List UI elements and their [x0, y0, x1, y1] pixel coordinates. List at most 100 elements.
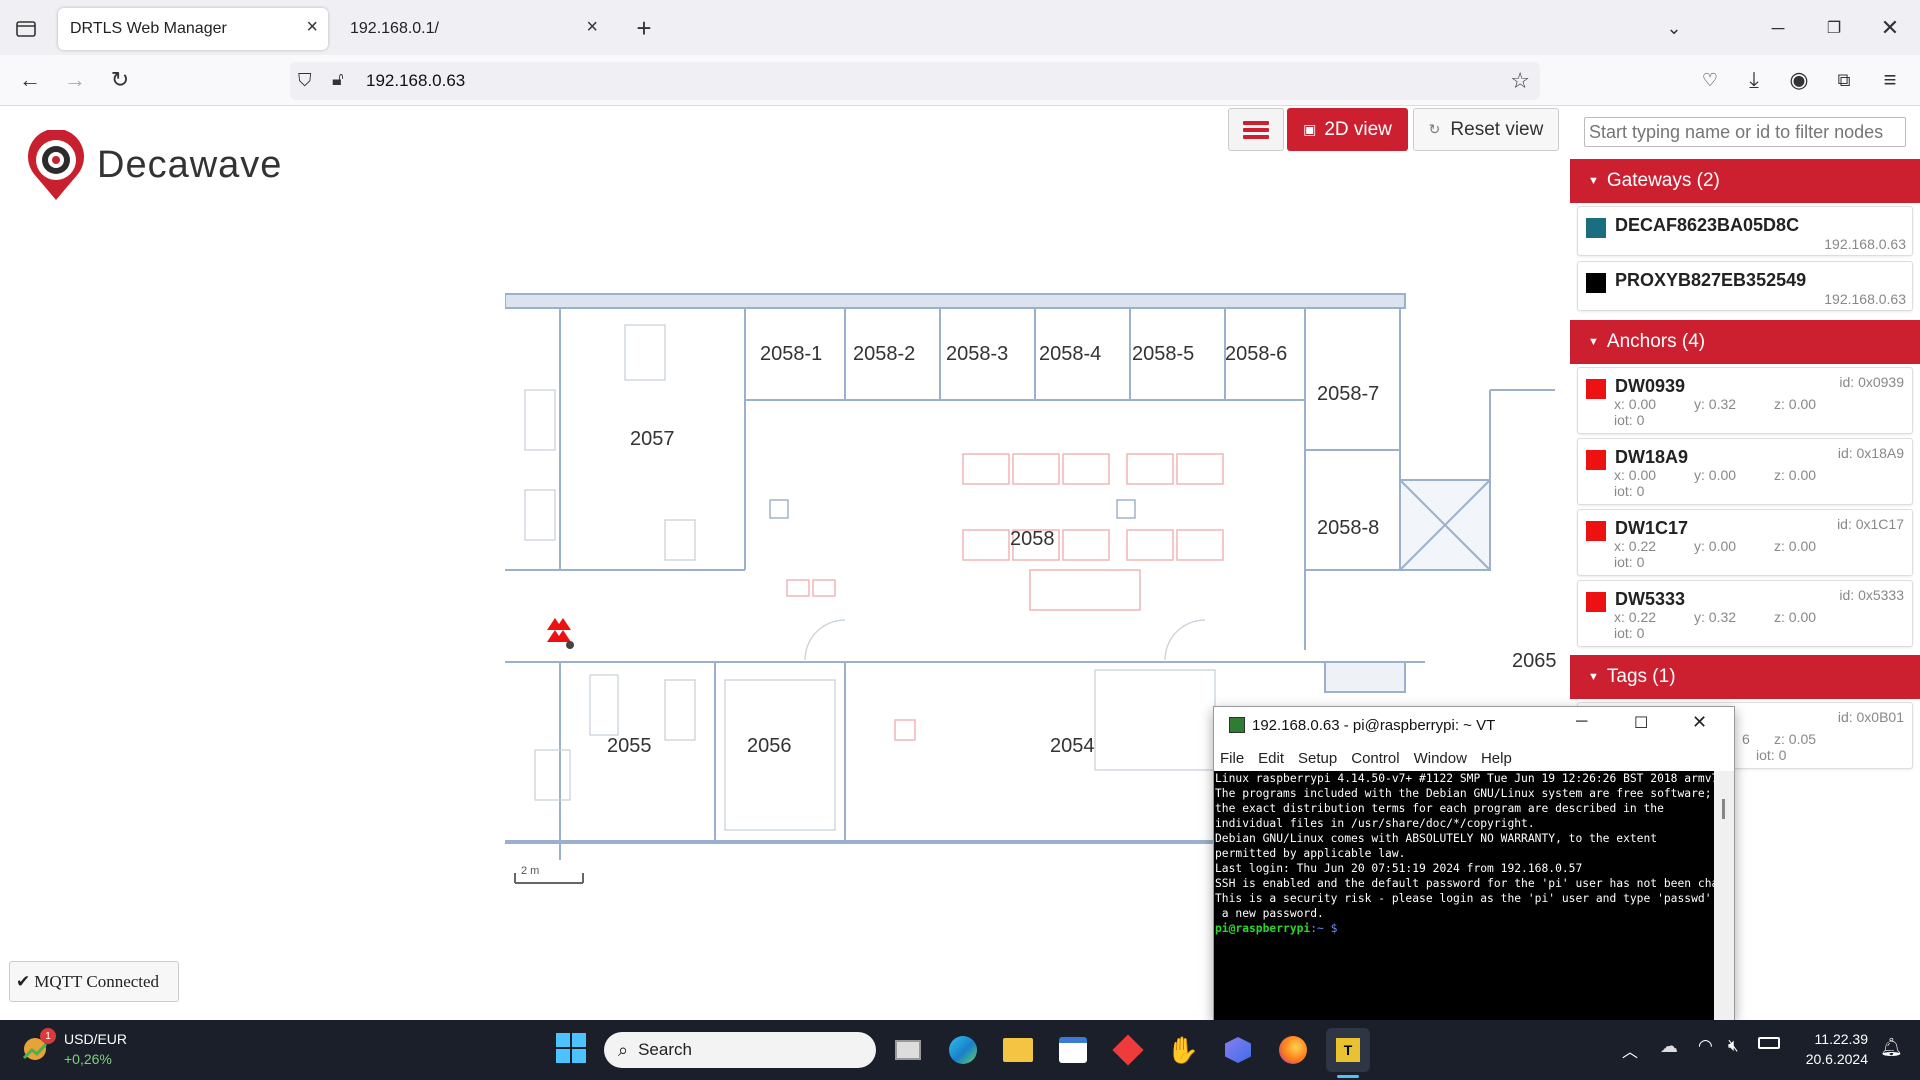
- menu-file[interactable]: File: [1220, 750, 1244, 767]
- hamburger-button[interactable]: [1228, 108, 1284, 151]
- start-button[interactable]: [553, 1030, 589, 1071]
- lock-insecure-icon[interactable]: 🔓︎: [332, 69, 344, 90]
- gateway-color-swatch: [1586, 218, 1606, 238]
- terminal-line: a new password.: [1215, 907, 1324, 920]
- mqtt-status-button[interactable]: ✔ MQTT Connected: [9, 961, 179, 1002]
- anchor-iot: iot: 0: [1614, 625, 1645, 641]
- search-label: Search: [638, 1040, 692, 1059]
- room-label: 2058-2: [853, 343, 916, 365]
- terminal-title: 192.168.0.63 - pi@raspberrypi: ~ VT: [1252, 717, 1496, 734]
- anchor-id: id: 0x18A9: [1837, 445, 1904, 461]
- tags-title: Tags (1): [1606, 666, 1676, 687]
- checkmark-icon: ✔: [16, 971, 31, 991]
- tags-section-header[interactable]: ▼ Tags (1): [1570, 655, 1920, 699]
- menu-edit[interactable]: Edit: [1258, 750, 1284, 767]
- edge-icon[interactable]: [941, 1028, 985, 1072]
- notification-badge: 1: [40, 1028, 56, 1044]
- close-icon[interactable]: ✕: [1692, 712, 1707, 733]
- anchor-x: x: 0.22: [1614, 609, 1657, 625]
- taskbar-search[interactable]: ⌕ Search: [604, 1032, 876, 1068]
- caret-down-icon: ▼: [1588, 175, 1599, 187]
- anchors-section-header[interactable]: ▼ Anchors (4): [1570, 320, 1920, 364]
- maximize-icon[interactable]: ☐: [1634, 713, 1648, 733]
- menu-control[interactable]: Control: [1351, 750, 1399, 767]
- tab-router[interactable]: 192.168.0.1/ ×: [338, 8, 608, 50]
- terminal-output[interactable]: Linux raspberrypi 4.14.50-v7+ #1122 SMP …: [1214, 771, 1714, 1021]
- tab-list-icon[interactable]: [8, 10, 44, 46]
- terminal-line: the exact distribution terms for each pr…: [1215, 802, 1664, 815]
- menu-window[interactable]: Window: [1414, 750, 1467, 767]
- onedrive-cloud-icon[interactable]: ☁: [1660, 1036, 1678, 1057]
- room-label: 2058-5: [1132, 343, 1195, 365]
- gateway-item[interactable]: DECAF8623BA05D8C 192.168.0.63: [1577, 206, 1913, 256]
- terminal-titlebar[interactable]: 192.168.0.63 - pi@raspberrypi: ~ VT ─ ☐ …: [1214, 707, 1734, 745]
- menu-setup[interactable]: Setup: [1298, 750, 1337, 767]
- terminal-line: permitted by applicable law.: [1215, 847, 1406, 860]
- room-label: 2057: [630, 428, 675, 450]
- currency-widget-icon[interactable]: 1: [20, 1028, 56, 1064]
- terminal-window[interactable]: 192.168.0.63 - pi@raspberrypi: ~ VT ─ ☐ …: [1213, 706, 1735, 1021]
- minimize-icon[interactable]: ─: [1576, 713, 1587, 731]
- notification-bell-icon[interactable]: 🔔︎: [1880, 1037, 1903, 1058]
- store-icon[interactable]: [1051, 1028, 1095, 1072]
- app-hex-icon[interactable]: [1216, 1028, 1260, 1072]
- url-text[interactable]: 192.168.0.63: [366, 71, 465, 91]
- room-label: 2058-3: [946, 343, 1009, 365]
- close-tab-icon[interactable]: ×: [586, 16, 598, 39]
- firefox-icon[interactable]: [1271, 1028, 1315, 1072]
- reload-icon[interactable]: ↻: [102, 62, 138, 98]
- anchor-item[interactable]: DW1C17 id: 0x1C17 x: 0.22 y: 0.00 z: 0.0…: [1577, 509, 1913, 576]
- download-icon[interactable]: ⤓: [1736, 62, 1772, 98]
- teraterm-icon[interactable]: T: [1326, 1028, 1370, 1072]
- anchor-y: y: 0.00: [1694, 538, 1737, 554]
- wifi-icon[interactable]: ◠: [1698, 1036, 1713, 1056]
- close-window-icon[interactable]: ✕: [1872, 10, 1908, 46]
- close-tab-icon[interactable]: ×: [306, 16, 318, 39]
- clock-date[interactable]: 20.6.2024: [1800, 1051, 1868, 1067]
- hand-tool-icon[interactable]: ✋: [1161, 1028, 1205, 1072]
- file-explorer-icon[interactable]: [996, 1028, 1040, 1072]
- show-hidden-icons[interactable]: ︿: [1622, 1038, 1638, 1062]
- anchor-item[interactable]: DW18A9 id: 0x18A9 x: 0.00 y: 0.00 z: 0.0…: [1577, 438, 1913, 505]
- bookmark-star-icon[interactable]: ☆: [1510, 68, 1530, 94]
- room-label: 2058-8: [1317, 517, 1380, 539]
- task-view-icon[interactable]: [886, 1028, 930, 1072]
- anydesk-icon[interactable]: [1106, 1028, 1150, 1072]
- anchor-x: x: 0.22: [1614, 538, 1657, 554]
- forward-icon[interactable]: →: [57, 62, 93, 98]
- pocket-icon[interactable]: ♡: [1692, 62, 1728, 98]
- new-tab-icon[interactable]: +: [626, 10, 662, 46]
- anchor-iot: iot: 0: [1614, 554, 1645, 570]
- tab-drtls[interactable]: DRTLS Web Manager ×: [58, 8, 328, 50]
- gateway-name: PROXYB827EB352549: [1615, 270, 1807, 290]
- anchor-markers[interactable]: [547, 618, 574, 649]
- minimize-icon[interactable]: ─: [1760, 10, 1796, 46]
- gateway-item[interactable]: PROXYB827EB352549 192.168.0.63: [1577, 261, 1913, 311]
- filter-nodes-input[interactable]: [1584, 117, 1906, 147]
- anchor-z: z: 0.00: [1774, 609, 1817, 625]
- anchor-name: DW5333: [1615, 589, 1686, 609]
- volume-mute-icon[interactable]: 🔇︎: [1728, 1036, 1739, 1056]
- terminal-scrollbar[interactable]: [1714, 771, 1734, 1021]
- shield-icon[interactable]: ⛉: [298, 70, 312, 91]
- menu-icon[interactable]: ≡: [1872, 62, 1908, 98]
- caret-down-icon: ▼: [1588, 336, 1599, 348]
- 2d-view-button[interactable]: ▣ 2D view: [1287, 108, 1408, 151]
- widget-label[interactable]: USD/EUR: [64, 1031, 127, 1047]
- url-bar[interactable]: ⛉ 🔓︎ 192.168.0.63 ☆: [290, 62, 1540, 100]
- back-icon[interactable]: ←: [12, 62, 48, 98]
- clock-time[interactable]: 11.22.39: [1800, 1031, 1868, 1047]
- account-icon[interactable]: ◉: [1781, 62, 1817, 98]
- anchor-y: y: 0.32: [1694, 396, 1737, 412]
- reset-view-button[interactable]: ↻ Reset view: [1413, 108, 1559, 151]
- gateways-section-header[interactable]: ▼ Gateways (2): [1570, 159, 1920, 203]
- battery-icon[interactable]: [1758, 1037, 1780, 1049]
- menu-help[interactable]: Help: [1481, 750, 1512, 767]
- anchor-item[interactable]: DW5333 id: 0x5333 x: 0.22 y: 0.32 z: 0.0…: [1577, 580, 1913, 647]
- chevron-down-icon[interactable]: ⌄: [1656, 10, 1692, 46]
- restore-icon[interactable]: ❐: [1816, 10, 1852, 46]
- room-label: 2058-6: [1225, 343, 1288, 365]
- extensions-icon[interactable]: ⧉: [1826, 62, 1862, 98]
- anchor-item[interactable]: DW0939 id: 0x0939 x: 0.00 y: 0.32 z: 0.0…: [1577, 367, 1913, 434]
- room-label: 2055: [607, 735, 652, 757]
